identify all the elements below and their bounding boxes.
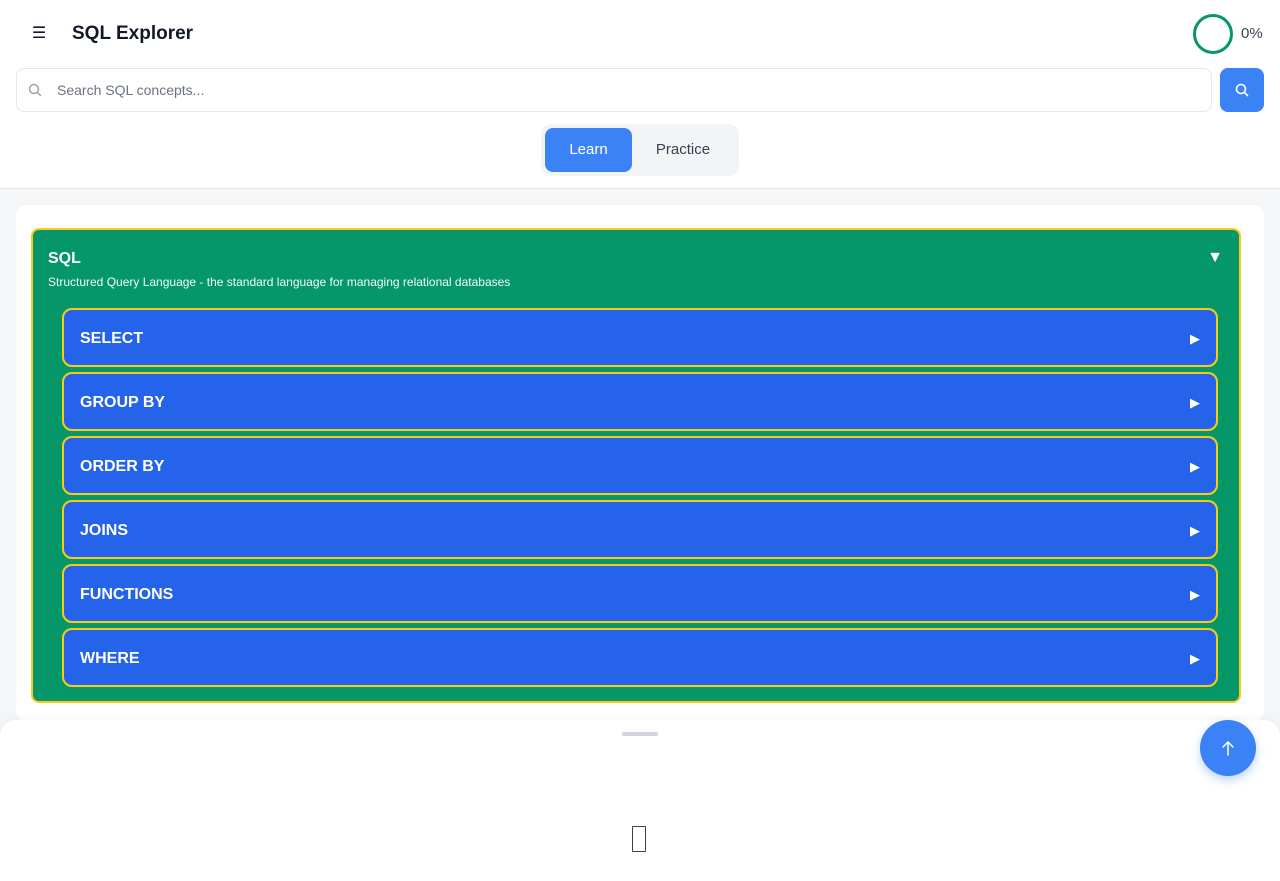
search-button[interactable] — [1220, 68, 1264, 112]
concept-tree-card: SQL Structured Query Language - the stan… — [16, 205, 1264, 721]
expand-arrow-icon: ▶ — [1190, 523, 1200, 538]
expand-arrow-icon: ▶ — [1190, 395, 1200, 410]
expand-arrow-icon: ▶ — [1190, 331, 1200, 346]
arrow-up-icon — [1222, 741, 1234, 756]
bottom-sheet — [0, 720, 1280, 881]
root-node-title: SQL — [48, 250, 81, 267]
tree-child-node[interactable]: WHERE ▶ — [62, 628, 1218, 687]
tree-child-node[interactable]: SELECT ▶ — [62, 308, 1218, 367]
expand-arrow-icon: ▶ — [1190, 651, 1200, 666]
child-node-label: WHERE — [80, 650, 140, 667]
drag-handle[interactable] — [622, 732, 658, 736]
search-icon — [28, 83, 42, 97]
search-box — [16, 68, 1212, 112]
child-node-label: JOINS — [80, 522, 129, 539]
child-node-label: ORDER BY — [80, 458, 165, 475]
tree-root-node[interactable]: SQL Structured Query Language - the stan… — [31, 228, 1241, 703]
expand-arrow-icon: ▶ — [1190, 459, 1200, 474]
child-node-label: SELECT — [80, 330, 144, 347]
app-title: SQL Explorer — [72, 23, 194, 44]
tree-child-node[interactable]: ORDER BY ▶ — [62, 436, 1218, 495]
tree-child-node[interactable]: JOINS ▶ — [62, 500, 1218, 559]
document-icon — [632, 826, 646, 852]
menu-icon[interactable]: ☰ — [28, 22, 50, 46]
expand-arrow-icon: ▶ — [1190, 587, 1200, 602]
collapse-toggle-icon[interactable]: ▼ — [1207, 248, 1223, 268]
mode-toggle: Learn Practice — [541, 124, 739, 176]
app-header: ☰ SQL Explorer 0% Learn Practice — [0, 0, 1280, 189]
child-node-label: GROUP BY — [80, 394, 166, 411]
child-node-label: FUNCTIONS — [80, 586, 174, 603]
tree-child-node[interactable]: FUNCTIONS ▶ — [62, 564, 1218, 623]
progress-ring-icon — [1193, 14, 1233, 54]
scroll-to-top-button[interactable] — [1200, 720, 1256, 776]
search-input[interactable] — [57, 69, 1197, 111]
tab-learn[interactable]: Learn — [545, 128, 632, 172]
search-icon — [1235, 83, 1249, 97]
root-node-description: Structured Query Language - the standard… — [48, 275, 511, 289]
tree-child-node[interactable]: GROUP BY ▶ — [62, 372, 1218, 431]
progress-percent: 0% — [1241, 25, 1263, 42]
tab-practice[interactable]: Practice — [638, 128, 728, 172]
